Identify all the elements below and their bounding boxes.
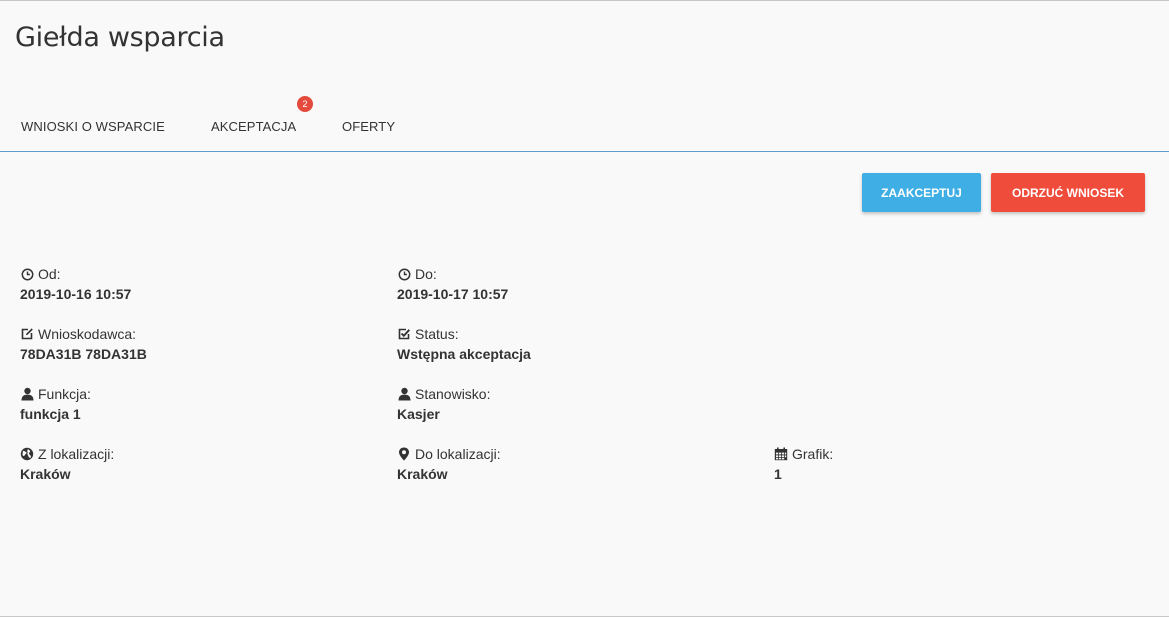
globe-icon: [20, 447, 34, 461]
clock-icon: [397, 267, 411, 281]
field-to-location-label: Do lokalizacji:: [415, 446, 501, 462]
reject-request-button[interactable]: ODRZUĆ WNIOSEK: [991, 173, 1145, 212]
field-to-location: Do lokalizacji: Kraków: [397, 446, 501, 482]
field-schedule-value: 1: [774, 466, 782, 482]
edit-icon: [20, 327, 34, 341]
user-icon: [20, 387, 34, 401]
tab-akceptacja[interactable]: AKCEPTACJA: [211, 119, 296, 134]
field-from: Od: 2019-10-16 10:57: [20, 266, 131, 302]
check-square-icon: [397, 327, 411, 341]
map-marker-icon: [397, 447, 411, 461]
field-applicant-value: 78DA31B 78DA31B: [20, 346, 147, 362]
field-to-label: Do:: [415, 266, 437, 282]
field-position: Stanowisko: Kasjer: [397, 386, 490, 422]
field-status-label: Status:: [415, 326, 459, 342]
clock-icon: [20, 267, 34, 281]
field-applicant: Wnioskodawca: 78DA31B 78DA31B: [20, 326, 147, 362]
accept-button[interactable]: ZAAKCEPTUJ: [862, 173, 981, 212]
field-from-value: 2019-10-16 10:57: [20, 286, 132, 302]
tab-wnioski-o-wsparcie[interactable]: WNIOSKI O WSPARCIE: [21, 119, 165, 134]
field-schedule-label: Grafik:: [792, 446, 834, 462]
page-title: Giełda wsparcia: [15, 22, 225, 53]
user-icon: [397, 387, 411, 401]
field-from-location: Z lokalizacji: Kraków: [20, 446, 114, 482]
field-from-location-label: Z lokalizacji:: [38, 446, 115, 462]
field-to-location-value: Kraków: [397, 466, 448, 482]
notification-badge: 2: [297, 96, 313, 112]
field-schedule: Grafik: 1: [774, 446, 833, 482]
top-border: [0, 0, 1169, 1]
tab-oferty[interactable]: OFERTY: [342, 119, 395, 134]
field-from-location-value: Kraków: [20, 466, 71, 482]
field-applicant-label: Wnioskodawca:: [38, 326, 137, 342]
field-function-label: Funkcja:: [38, 386, 91, 402]
field-function-value: funkcja 1: [20, 406, 81, 422]
field-to: Do: 2019-10-17 10:57: [397, 266, 508, 302]
field-to-value: 2019-10-17 10:57: [397, 286, 509, 302]
field-position-value: Kasjer: [397, 406, 440, 422]
calendar-icon: [774, 447, 788, 461]
field-function: Funkcja: funkcja 1: [20, 386, 91, 422]
field-status: Status: Wstępna akceptacja: [397, 326, 531, 362]
tab-bar: WNIOSKI O WSPARCIE AKCEPTACJA 2 OFERTY: [0, 96, 1169, 152]
field-from-label: Od:: [38, 266, 61, 282]
field-position-label: Stanowisko:: [415, 386, 491, 402]
field-status-value: Wstępna akceptacja: [397, 346, 531, 362]
